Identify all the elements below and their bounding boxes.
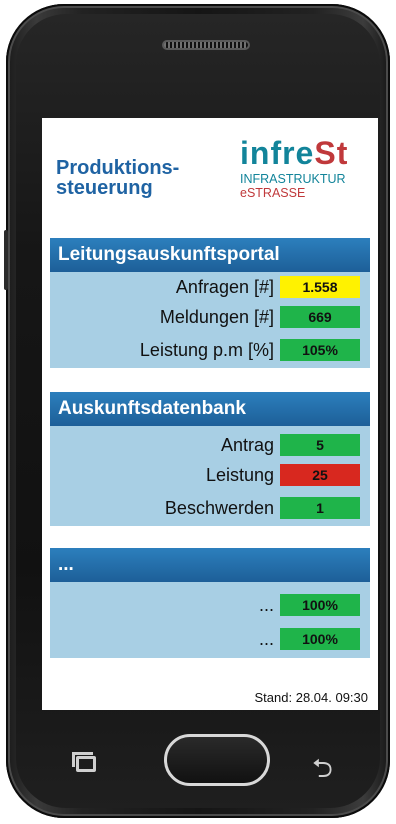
metric-label: Leistung (205, 464, 274, 485)
metric-value-badge: 100% (280, 594, 360, 616)
page-title: Produktions- steuerung (56, 157, 180, 199)
metric-row: Meldungen [#] 669 (50, 302, 370, 332)
metric-row: Leistung p.m [%] 105% (50, 332, 370, 368)
metric-label: ... (258, 594, 274, 615)
volume-button (4, 230, 8, 290)
metric-value-badge: 105% (280, 339, 360, 361)
metric-value-badge: 1 (280, 497, 360, 519)
metric-row: Anfragen [#] 1.558 (50, 272, 370, 302)
section-header: Leitungsauskunftsportal (50, 238, 370, 272)
home-button[interactable] (164, 734, 270, 786)
section-auskunftsdatenbank: Auskunftsdatenbank Antrag 5 Leistung 25 … (50, 392, 370, 526)
timestamp-label: Stand: 28.04. 09:30 (254, 690, 368, 705)
recent-apps-icon[interactable] (72, 752, 96, 772)
metric-value-badge: 25 (280, 464, 360, 486)
metric-label: Antrag (220, 434, 274, 455)
metric-label: Meldungen [#] (159, 306, 274, 327)
section-placeholder: ... ... 100% ... 100% (50, 548, 370, 658)
logo-subtitle-1: INFRASTRUKTUR (240, 172, 346, 186)
metric-value-badge: 5 (280, 434, 360, 456)
section-header: ... (50, 548, 370, 582)
app-header: Produktions- steuerung infreSt INFRASTRU… (42, 118, 378, 230)
section-leitungsauskunftsportal: Leitungsauskunftsportal Anfragen [#] 1.5… (50, 238, 370, 368)
metric-value-badge: 100% (280, 628, 360, 650)
metric-row: Antrag 5 (50, 430, 370, 460)
back-icon[interactable]: ⮌ (312, 750, 333, 794)
app-screen: Produktions- steuerung infreSt INFRASTRU… (42, 118, 378, 710)
logo-wordmark: infreSt (240, 135, 349, 171)
metric-label: Leistung p.m [%] (139, 339, 274, 360)
metric-row: ... 100% (50, 620, 370, 658)
speaker-grille (162, 40, 250, 50)
logo-subtitle-2: eSTRASSE (240, 186, 306, 200)
metric-row: Beschwerden 1 (50, 490, 370, 526)
metric-value-badge: 1.558 (280, 276, 360, 298)
metric-row: Leistung 25 (50, 460, 370, 490)
metric-label: ... (258, 628, 274, 649)
metric-row: ... 100% (50, 590, 370, 620)
metric-label: Anfragen [#] (175, 276, 274, 297)
phone-frame: Produktions- steuerung infreSt INFRASTRU… (0, 0, 396, 824)
metric-label: Beschwerden (164, 497, 274, 518)
metric-value-badge: 669 (280, 306, 360, 328)
section-header: Auskunftsdatenbank (50, 392, 370, 426)
infrest-logo: infreSt INFRASTRUKTUR eSTRASSE (240, 136, 372, 200)
